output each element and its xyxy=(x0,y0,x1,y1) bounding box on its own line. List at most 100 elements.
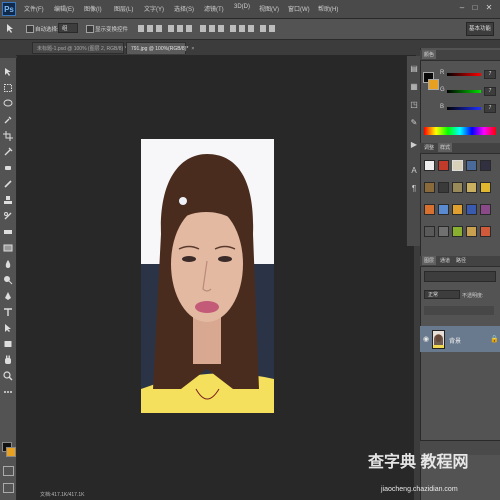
blur-tool-icon[interactable] xyxy=(2,258,14,270)
pen-tool-icon[interactable] xyxy=(2,290,14,302)
eraser-tool-icon[interactable] xyxy=(2,226,14,238)
auto-select-checkbox[interactable] xyxy=(26,25,34,33)
history-icon[interactable]: ▤ xyxy=(409,64,419,74)
style-swatch[interactable] xyxy=(480,182,491,193)
style-swatch[interactable] xyxy=(424,204,435,215)
path-selection-tool-icon[interactable] xyxy=(2,322,14,334)
styles-panel-header: 调整 样式 xyxy=(420,143,500,154)
brush-tool-icon[interactable] xyxy=(2,178,14,190)
red-slider[interactable] xyxy=(447,73,481,76)
style-swatch[interactable] xyxy=(480,226,491,237)
style-swatch[interactable] xyxy=(466,182,477,193)
menu-layer[interactable]: 图层(L) xyxy=(114,4,133,13)
hand-tool-icon[interactable] xyxy=(2,354,14,366)
menu-image[interactable]: 图像(I) xyxy=(84,4,102,13)
lock-row xyxy=(424,306,494,315)
background-color-swatch[interactable] xyxy=(6,447,16,457)
document-image[interactable] xyxy=(141,139,274,413)
menu-window[interactable]: 窗口(W) xyxy=(288,4,310,13)
tab-adjustments[interactable]: 调整 xyxy=(422,143,436,152)
menu-select[interactable]: 选择(S) xyxy=(174,4,194,13)
clone-stamp-tool-icon[interactable] xyxy=(2,194,14,206)
actions-icon[interactable]: ▶ xyxy=(409,140,419,150)
menu-edit[interactable]: 编辑(E) xyxy=(54,4,74,13)
paragraph-icon[interactable]: ¶ xyxy=(409,184,419,194)
style-swatch[interactable] xyxy=(480,204,491,215)
style-swatch[interactable] xyxy=(480,160,491,171)
gradient-tool-icon[interactable] xyxy=(2,242,14,254)
tab-color[interactable]: 颜色 xyxy=(422,50,437,59)
show-transform-checkbox[interactable] xyxy=(86,25,94,33)
info-icon[interactable]: ◳ xyxy=(409,100,419,110)
color-panel-header: 颜色 xyxy=(420,50,500,61)
tab-styles[interactable]: 样式 xyxy=(438,143,453,152)
style-swatch[interactable] xyxy=(438,226,449,237)
background-color-swatch[interactable] xyxy=(428,79,439,90)
minimize-icon[interactable]: – xyxy=(457,3,467,13)
tab-layers[interactable]: 图层 xyxy=(422,256,437,265)
blue-value[interactable]: 7 xyxy=(484,104,496,113)
green-slider[interactable] xyxy=(447,90,481,93)
style-swatch[interactable] xyxy=(452,182,463,193)
tab-channels[interactable]: 通道 xyxy=(438,256,452,265)
menu-help[interactable]: 帮助(H) xyxy=(318,4,338,13)
red-label: R xyxy=(440,70,445,76)
zoom-tool-icon[interactable] xyxy=(2,370,14,382)
align-buttons[interactable] xyxy=(138,24,288,35)
style-swatch[interactable] xyxy=(466,160,477,171)
blue-slider[interactable] xyxy=(447,107,481,110)
quick-selection-tool-icon[interactable] xyxy=(2,114,14,126)
tab-paths[interactable]: 路径 xyxy=(454,256,468,265)
style-swatch[interactable] xyxy=(424,226,435,237)
eyedropper-tool-icon[interactable] xyxy=(2,146,14,158)
style-swatch[interactable] xyxy=(438,182,449,193)
menu-view[interactable]: 视图(V) xyxy=(259,4,279,13)
style-swatch[interactable] xyxy=(438,204,449,215)
tab-label: 791.jpg @ 100%(RGB/8)* xyxy=(131,46,189,52)
maximize-icon[interactable]: □ xyxy=(470,3,480,13)
dodge-tool-icon[interactable] xyxy=(2,274,14,286)
style-swatch[interactable] xyxy=(424,182,435,193)
style-swatch[interactable] xyxy=(424,160,435,171)
menu-file[interactable]: 文件(F) xyxy=(24,4,44,13)
move-tool-icon[interactable] xyxy=(5,23,17,36)
layer-filter-dropdown[interactable] xyxy=(424,271,496,282)
red-value[interactable]: 7 xyxy=(484,70,496,79)
crop-tool-icon[interactable] xyxy=(2,130,14,142)
move-tool-icon[interactable] xyxy=(2,66,14,78)
tab-close-icon[interactable]: × xyxy=(191,46,194,52)
auto-select-dropdown[interactable]: 组 xyxy=(58,23,78,33)
tab-791-jpg[interactable]: 791.jpg @ 100%(RGB/8)* × xyxy=(126,42,194,54)
lasso-tool-icon[interactable] xyxy=(2,98,14,110)
menu-type[interactable]: 文字(Y) xyxy=(144,4,164,13)
history-brush-tool-icon[interactable] xyxy=(2,210,14,222)
type-tool-icon[interactable] xyxy=(2,306,14,318)
style-swatch[interactable] xyxy=(438,160,449,171)
character-icon[interactable]: A xyxy=(409,166,419,176)
visibility-eye-icon[interactable]: ◉ xyxy=(423,335,429,343)
green-value[interactable]: 7 xyxy=(484,87,496,96)
style-swatch[interactable] xyxy=(466,226,477,237)
tab-untitled-1[interactable]: 未标题-1.psd @ 100% (图层 2, RGB/8) * xyxy=(32,42,127,54)
menu-3d[interactable]: 3D(D) xyxy=(234,4,250,10)
brush-panel-icon[interactable]: ✎ xyxy=(409,118,419,128)
workspace-button[interactable]: 基本功能 xyxy=(466,22,494,36)
marquee-tool-icon[interactable] xyxy=(2,82,14,94)
watermark-url: jiaocheng.chazidian.com xyxy=(381,486,458,493)
close-icon[interactable]: ✕ xyxy=(484,3,494,13)
quick-mask-icon[interactable] xyxy=(3,466,14,476)
style-swatch[interactable] xyxy=(452,204,463,215)
more-tools-icon[interactable] xyxy=(2,386,14,398)
rectangle-tool-icon[interactable] xyxy=(2,338,14,350)
healing-brush-tool-icon[interactable] xyxy=(2,162,14,174)
style-swatch[interactable] xyxy=(452,226,463,237)
style-swatch[interactable] xyxy=(452,160,463,171)
blend-mode-dropdown[interactable]: 正常 xyxy=(424,290,460,299)
screen-mode-icon[interactable] xyxy=(3,483,14,493)
show-transform-label: 显示变换控件 xyxy=(95,27,129,33)
properties-icon[interactable]: ▦ xyxy=(409,82,419,92)
color-spectrum[interactable] xyxy=(424,127,496,135)
style-swatch[interactable] xyxy=(466,204,477,215)
menu-filter[interactable]: 滤镜(T) xyxy=(204,4,224,13)
layer-thumbnail xyxy=(432,330,445,349)
